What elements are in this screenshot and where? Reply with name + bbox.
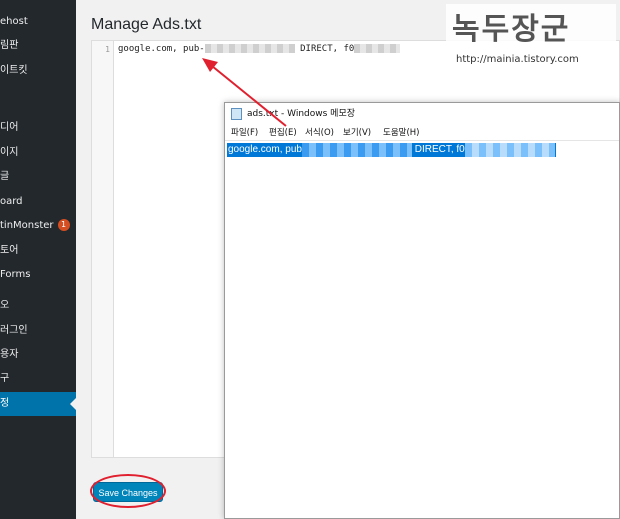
sidebar-item-label: 글 bbox=[0, 171, 10, 182]
sidebar-item-clipboard[interactable]: 림판 bbox=[0, 34, 76, 58]
sidebar-item-store[interactable]: 토어 bbox=[0, 239, 76, 263]
screenshot-root: ehost 림판 이트킷 디어 이지 글 oard tinMonster 1 토어… bbox=[0, 0, 620, 519]
highlight-circle bbox=[90, 474, 166, 508]
menu-view[interactable]: 보기(V) bbox=[343, 125, 371, 141]
sidebar-item-label: 용자 bbox=[0, 349, 19, 360]
notepad-title: ads.txt - Windows 메모장 bbox=[247, 109, 356, 119]
sidebar-item-label: 오 bbox=[0, 300, 10, 311]
watermark-url: http://mainia.tistory.com bbox=[456, 54, 579, 65]
sidebar-item-appearance[interactable]: 오 bbox=[0, 294, 76, 318]
sidebar-item-label: 디어 bbox=[0, 122, 19, 133]
sidebar-item-pages[interactable]: 이지 bbox=[0, 141, 76, 165]
menu-edit[interactable]: 편집(E) bbox=[269, 125, 297, 141]
sidebar-item-comments[interactable]: 글 bbox=[0, 165, 76, 189]
sidebar-item-dashboard[interactable]: oard bbox=[0, 190, 76, 214]
sidebar-item-optinmonster[interactable]: tinMonster 1 bbox=[0, 214, 76, 238]
editor-gutter: 1 bbox=[92, 41, 114, 457]
code-line[interactable]: google.com, pub- DIRECT, f0 bbox=[118, 44, 401, 54]
sidebar-item-label: 이지 bbox=[0, 147, 19, 158]
sidebar-item-label: 림판 bbox=[0, 40, 19, 51]
code-text-prefix: google.com, pub- bbox=[118, 44, 205, 54]
sidebar-item-users[interactable]: 용자 bbox=[0, 343, 76, 367]
sidebar-item-sitekit[interactable]: 이트킷 bbox=[0, 59, 76, 83]
sidebar-item-label: 구 bbox=[0, 373, 10, 384]
sidebar-item-label: 이트킷 bbox=[0, 65, 28, 76]
code-text-mid: DIRECT, f0 bbox=[294, 44, 355, 54]
notepad-window[interactable]: ads.txt - Windows 메모장 파일(F) 편집(E) 서식(O) … bbox=[224, 102, 620, 519]
page-title: Manage Ads.txt bbox=[91, 16, 202, 33]
notepad-text-mid: DIRECT, f0 bbox=[411, 144, 465, 155]
watermark-title: 녹두장군 bbox=[452, 12, 571, 47]
sidebar-item-label: ehost bbox=[0, 16, 28, 27]
redacted-cert-id bbox=[464, 143, 555, 157]
sidebar-item-host[interactable]: ehost bbox=[0, 10, 76, 34]
admin-sidebar: ehost 림판 이트킷 디어 이지 글 oard tinMonster 1 토어… bbox=[0, 0, 76, 519]
notification-badge: 1 bbox=[57, 219, 70, 231]
watermark: 녹두장군 http://mainia.tistory.com bbox=[446, 4, 616, 68]
sidebar-item-label: 러그인 bbox=[0, 325, 28, 336]
redacted-publisher-id bbox=[301, 143, 412, 157]
sidebar-item-label: oard bbox=[0, 196, 23, 207]
sidebar-item-label: Forms bbox=[0, 269, 31, 280]
notepad-icon bbox=[231, 108, 242, 120]
notepad-text-prefix: google.com, pub bbox=[228, 144, 302, 155]
sidebar-item-tools[interactable]: 구 bbox=[0, 367, 76, 391]
menu-file[interactable]: 파일(F) bbox=[231, 125, 258, 141]
sidebar-item-media[interactable]: 디어 bbox=[0, 116, 76, 140]
sidebar-item-plugins[interactable]: 러그인 bbox=[0, 319, 76, 343]
redacted-cert-id bbox=[354, 44, 401, 53]
sidebar-item-label: tinMonster bbox=[0, 220, 54, 231]
menu-help[interactable]: 도움말(H) bbox=[383, 125, 419, 141]
notepad-title-bar[interactable]: ads.txt - Windows 메모장 bbox=[225, 103, 619, 125]
sidebar-item-label: 토어 bbox=[0, 245, 19, 256]
sidebar-item-label: 정 bbox=[0, 398, 10, 409]
sidebar-item-forms[interactable]: Forms bbox=[0, 263, 76, 287]
sidebar-item-settings[interactable]: 정 bbox=[0, 392, 76, 416]
notepad-menu-bar: 파일(F) 편집(E) 서식(O) 보기(V) 도움말(H) bbox=[225, 125, 619, 141]
redacted-publisher-id bbox=[204, 44, 295, 53]
menu-format[interactable]: 서식(O) bbox=[305, 125, 334, 141]
line-number: 1 bbox=[105, 45, 110, 54]
notepad-selected-text[interactable]: google.com, pub DIRECT, f0 bbox=[227, 143, 556, 157]
